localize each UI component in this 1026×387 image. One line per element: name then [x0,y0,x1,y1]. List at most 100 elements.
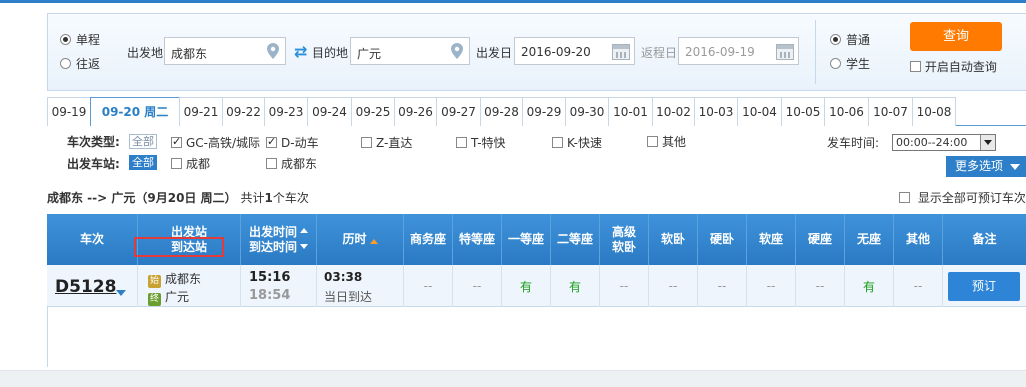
date-tab[interactable]: 10-06 [824,97,869,126]
filter-type-z[interactable]: Z-直达 [361,134,412,151]
header-times-line2: 到达时间 [248,240,297,254]
checkbox[interactable] [552,137,563,148]
header-times[interactable]: 出发时间 到达时间 [240,214,316,265]
to-label: 目的地 [312,46,349,60]
show-all-toggle[interactable]: 显示全部可预订车次 [899,189,1026,206]
chevron-down-icon[interactable] [116,290,126,301]
cell-hard-seat: -- [795,265,844,307]
more-options-button[interactable]: 更多选项 [946,156,1026,177]
cell-no-seat[interactable]: 有 [844,265,893,307]
auto-query-label: 开启自动查询 [924,60,997,74]
header-other: 其他 [893,214,942,265]
query-button[interactable]: 查询 [910,22,1002,51]
depart-time-select[interactable]: 00:00--24:00 [892,134,996,151]
date-tab[interactable]: 09-22 [222,97,265,126]
book-button[interactable]: 预订 [948,272,1020,301]
ticket-student-radio[interactable]: 学生 [830,55,870,72]
date-tab[interactable]: 10-03 [694,97,738,126]
calendar-icon[interactable] [612,44,630,60]
checkbox[interactable] [456,137,467,148]
checkbox[interactable] [899,192,910,203]
to-station-text: 广元 [165,290,190,304]
end-station-icon: 终 [148,293,161,306]
location-pin-icon [451,43,463,59]
header-soft-sleeper-adv: 高级 软卧 [599,214,648,265]
date-tab[interactable]: 09-20 周二 [90,97,180,127]
date-tab[interactable]: 10-01 [608,97,653,126]
cell-second[interactable]: 有 [550,265,599,307]
date-tabs: 09-19 09-20 周二 09-21 09-22 09-23 09-24 09-25 09… [47,97,1026,127]
date-tab[interactable]: 09-26 [394,97,437,126]
checkbox[interactable] [910,61,921,72]
more-options-label: 更多选项 [955,159,1004,173]
filter-station-chengdudong[interactable]: 成都东 [266,155,317,172]
checkbox[interactable] [266,135,277,148]
cell-train: D5128 [47,265,137,307]
trip-one-way-radio[interactable]: 单程 [60,31,100,48]
to-station-input[interactable]: 广元 [350,37,470,65]
header-business: 商务座 [403,214,452,265]
trip-round-radio[interactable]: 往返 [60,55,100,72]
station-all-button[interactable]: 全部 [129,155,157,170]
date-tab[interactable]: 09-24 [307,97,352,126]
checkbox[interactable] [361,137,372,148]
header-adv-line1: 高级 [611,224,636,239]
count-suffix: 个车次 [272,191,309,205]
checkbox[interactable] [171,158,182,169]
cell-business: -- [403,265,452,307]
swap-stations-icon[interactable]: ⇄ [294,42,307,61]
depart-station-label: 出发车站: [67,157,120,171]
date-tab[interactable]: 10-02 [652,97,695,126]
ticket-student-label: 学生 [846,57,871,71]
depart-date-input[interactable]: 2016-09-20 [514,37,635,65]
trip-round-label: 往返 [76,57,101,71]
checkbox[interactable] [266,158,277,169]
arrive-time: 18:54 [249,288,291,303]
filter-type-d[interactable]: D-动车 [266,134,319,151]
date-tab[interactable]: 09-27 [436,97,481,126]
date-tab[interactable]: 09-19 [47,97,91,126]
depart-time-label: 发车时间: [827,136,880,150]
cell-first[interactable]: 有 [501,265,550,307]
date-tab[interactable]: 10-07 [868,97,913,126]
filter-station-label: 成都 [186,157,211,171]
auto-query-toggle[interactable]: 开启自动查询 [910,58,997,75]
train-number-link[interactable]: D5128 [55,277,116,297]
highlight-box [134,237,224,257]
start-station-icon: 始 [148,275,161,288]
filter-station-label: 成都东 [281,157,318,171]
date-tab[interactable]: 10-08 [912,97,956,126]
from-station-text: 成都东 [165,272,202,286]
filter-panel: 车次类型: 全部 GC-高铁/城际 D-动车 Z-直达 T-特快 K-快速 其他… [47,126,1026,178]
ticket-normal-label: 普通 [846,33,871,47]
radio-dot [60,34,71,45]
checkbox[interactable] [171,135,182,148]
filter-type-t[interactable]: T-特快 [456,134,506,151]
show-all-label: 显示全部可预订车次 [917,191,1026,205]
header-train: 车次 [79,232,104,246]
date-tab[interactable]: 09-29 [522,97,566,126]
from-station-input[interactable]: 成都东 [164,37,286,65]
return-date-input[interactable]: 2016-09-19 [678,37,799,65]
train-type-label: 车次类型: [67,135,120,149]
calendar-icon[interactable] [776,44,794,60]
filter-station-chengdu[interactable]: 成都 [171,155,210,172]
checkbox[interactable] [647,136,658,147]
train-type-all-button[interactable]: 全部 [129,134,157,149]
table-row: D5128 始成都东 终广元 15:16 18:54 03:38 当日到达 --… [47,265,1026,307]
date-tab[interactable]: 09-30 [565,97,609,126]
ticket-normal-radio[interactable]: 普通 [830,31,870,48]
filter-type-k[interactable]: K-快速 [552,134,602,151]
filter-type-gc[interactable]: GC-高铁/城际 [171,134,260,151]
date-tab[interactable]: 10-04 [737,97,782,126]
location-pin-icon [267,43,279,59]
date-tab[interactable]: 10-05 [781,97,825,126]
header-duration-label: 历时 [342,232,367,246]
filter-type-other[interactable]: 其他 [647,133,686,150]
sort-up-icon [300,224,308,233]
header-duration[interactable]: 历时 [316,214,403,265]
date-tab[interactable]: 09-25 [351,97,395,126]
date-tab[interactable]: 09-23 [264,97,308,126]
date-tab[interactable]: 09-28 [480,97,523,126]
date-tab[interactable]: 09-21 [179,97,223,126]
